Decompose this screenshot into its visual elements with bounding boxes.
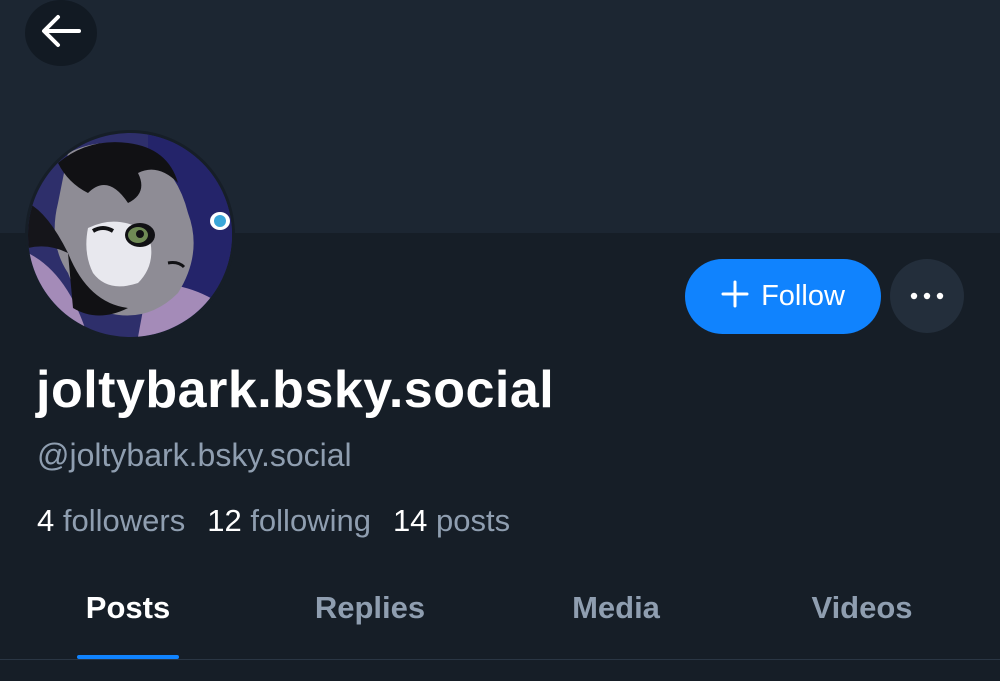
- posts-stat: 14 posts: [393, 503, 510, 539]
- tab-replies[interactable]: Replies: [270, 570, 470, 660]
- display-name: joltybark.bsky.social: [36, 361, 555, 419]
- plus-icon: [721, 280, 749, 313]
- arrow-left-icon: [39, 13, 83, 54]
- tabs-divider: [0, 659, 1000, 660]
- followers-stat[interactable]: 4 followers: [37, 503, 185, 539]
- profile-tabs: Posts Replies Media Videos: [0, 570, 1000, 660]
- followers-label: followers: [62, 503, 186, 538]
- followers-count: 4: [37, 503, 55, 538]
- tab-posts[interactable]: Posts: [28, 570, 228, 660]
- profile-page: Follow joltybark.bsky.social @joltybark.…: [0, 0, 1000, 681]
- posts-count: 14: [392, 503, 428, 538]
- follow-button[interactable]: Follow: [685, 259, 881, 334]
- tab-media[interactable]: Media: [516, 570, 716, 660]
- fox-avatar-image: [28, 133, 232, 337]
- posts-label: posts: [436, 503, 511, 538]
- profile-stats: 4 followers 12 following 14 posts: [37, 503, 510, 539]
- back-button[interactable]: [25, 0, 97, 66]
- following-stat[interactable]: 12 following: [207, 503, 371, 539]
- following-count: 12: [207, 503, 242, 538]
- ellipsis-icon: [910, 287, 944, 305]
- tab-videos[interactable]: Videos: [762, 570, 962, 660]
- following-label: following: [250, 503, 371, 538]
- avatar[interactable]: [25, 130, 235, 340]
- profile-handle: @joltybark.bsky.social: [37, 437, 352, 473]
- more-options-button[interactable]: [890, 259, 964, 333]
- follow-label: Follow: [761, 280, 845, 312]
